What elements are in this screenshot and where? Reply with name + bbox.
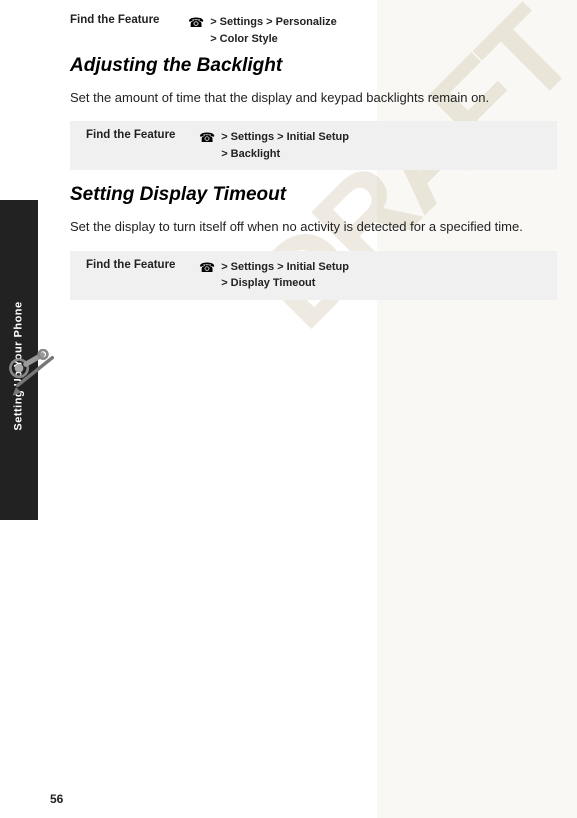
display-timeout-nav-line2: > Display Timeout	[221, 275, 349, 292]
display-timeout-nav-line1: > Settings > Initial Setup	[221, 259, 349, 276]
section-display-timeout: Setting Display Timeout Set the display …	[70, 184, 557, 299]
top-phone-icon: ☎	[188, 15, 204, 31]
top-find-feature-row: Find the Feature ☎ > Settings > Personal…	[70, 10, 557, 47]
backlight-find-feature-box: Find the Feature ☎ > Settings > Initial …	[70, 121, 557, 170]
display-timeout-find-feature-label: Find the Feature	[86, 259, 191, 271]
page-wrapper: DRAFT Setting Up Your Phone Find the Fea…	[0, 0, 577, 818]
backlight-nav-path: > Settings > Initial Setup > Backlight	[221, 129, 349, 162]
backlight-body: Set the amount of time that the display …	[70, 88, 557, 108]
display-timeout-body: Set the display to turn itself off when …	[70, 217, 557, 237]
wrench-icon-area	[0, 340, 70, 410]
backlight-heading: Adjusting the Backlight	[70, 55, 557, 78]
backlight-phone-icon: ☎	[199, 130, 215, 146]
page-number: 56	[50, 792, 63, 806]
backlight-nav-line2: > Backlight	[221, 146, 349, 163]
wrench-icon	[9, 349, 61, 401]
display-timeout-phone-icon: ☎	[199, 260, 215, 276]
top-nav-path-line1: > Settings > Personalize	[210, 14, 337, 31]
backlight-find-feature-label: Find the Feature	[86, 129, 191, 141]
main-content: Find the Feature ☎ > Settings > Personal…	[50, 0, 577, 818]
top-nav-path: > Settings > Personalize > Color Style	[210, 14, 337, 47]
display-timeout-find-feature-box: Find the Feature ☎ > Settings > Initial …	[70, 251, 557, 300]
top-find-feature-label: Find the Feature	[70, 14, 180, 26]
backlight-nav-line1: > Settings > Initial Setup	[221, 129, 349, 146]
display-timeout-heading: Setting Display Timeout	[70, 184, 557, 207]
display-timeout-nav-path: > Settings > Initial Setup > Display Tim…	[221, 259, 349, 292]
section-backlight: Adjusting the Backlight Set the amount o…	[70, 55, 557, 170]
top-nav-path-line2: > Color Style	[210, 31, 337, 48]
